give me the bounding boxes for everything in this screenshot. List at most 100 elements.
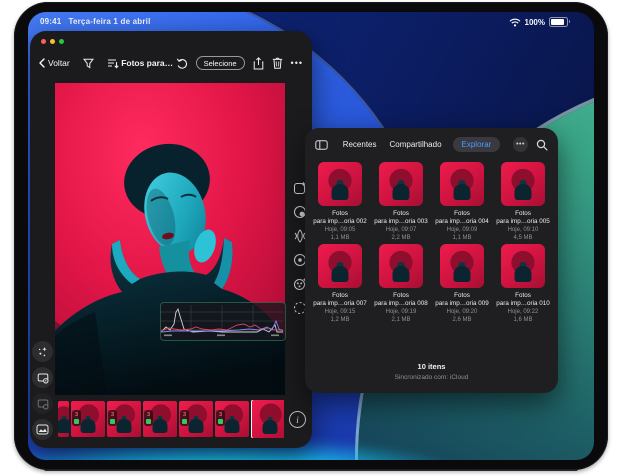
tab-explorar[interactable]: Explorar xyxy=(453,137,501,152)
preset-button-disabled xyxy=(32,393,53,414)
file-name: Fotospara imp…oria 005 xyxy=(496,210,550,226)
info-button[interactable]: i xyxy=(289,411,306,428)
filmstrip-thumb[interactable] xyxy=(251,400,284,438)
file-name: Fotospara imp…oria 007 xyxy=(313,292,367,308)
back-button[interactable]: Voltar xyxy=(39,58,70,68)
filmstrip-thumb[interactable]: 3 xyxy=(143,401,177,437)
back-label: Voltar xyxy=(48,58,70,68)
file-item[interactable]: Fotospara imp…oria 003 Hoje, 09:07 2,2 M… xyxy=(372,162,430,242)
photo-canvas[interactable] xyxy=(55,83,285,395)
file-date: Hoje, 09:20 xyxy=(447,308,478,316)
file-size: 1,2 MB xyxy=(330,316,349,324)
burst-badge: 3 xyxy=(144,410,153,426)
ipad-bezel: 09:41 Terça-feira 1 de abril 100% xyxy=(14,2,608,470)
close-window-button[interactable] xyxy=(41,39,46,44)
file-thumbnail[interactable] xyxy=(318,162,362,206)
battery-icon xyxy=(549,17,568,27)
file-grid: Fotospara imp…oria 002 Hoje, 09:05 1,1 M… xyxy=(305,156,558,324)
file-name: Fotospara imp…oria 004 xyxy=(435,210,489,226)
files-header: Recentes Compartilhado Explorar ••• xyxy=(305,128,558,156)
window-controls xyxy=(41,39,64,44)
filmstrip-thumb[interactable]: 3 xyxy=(71,401,105,437)
file-size: 2,1 MB xyxy=(391,316,410,324)
filter-funnel-icon[interactable] xyxy=(83,58,94,69)
file-item[interactable]: Fotospara imp…oria 010 Hoje, 09:22 1,6 M… xyxy=(494,244,552,324)
filmstrip-thumb[interactable]: 3 xyxy=(107,401,141,437)
file-thumbnail[interactable] xyxy=(440,162,484,206)
burst-badge: 3 xyxy=(108,410,117,426)
tab-recentes[interactable]: Recentes xyxy=(341,137,379,152)
files-browser-window: Recentes Compartilhado Explorar ••• Fotosp… xyxy=(305,128,558,393)
preset-button[interactable] xyxy=(32,367,53,388)
file-name: Fotospara imp…oria 009 xyxy=(435,292,489,308)
trash-icon[interactable] xyxy=(272,57,283,69)
file-name: Fotospara imp…oria 003 xyxy=(374,210,428,226)
file-size: 1,6 MB xyxy=(513,316,532,324)
select-button[interactable]: Selecione xyxy=(196,56,245,70)
filmstrip-thumb[interactable] xyxy=(58,401,69,437)
photo-editor-window: Voltar Fotos para… S xyxy=(30,31,312,448)
filmstrip-thumb[interactable]: 3 xyxy=(215,401,249,437)
file-date: Hoje, 09:05 xyxy=(325,226,356,234)
file-date: Hoje, 09:09 xyxy=(447,226,478,234)
file-thumbnail[interactable] xyxy=(501,244,545,288)
file-date: Hoje, 09:22 xyxy=(508,308,539,316)
file-size: 2,2 MB xyxy=(391,234,410,242)
file-item[interactable]: Fotospara imp…oria 007 Hoje, 09:15 1,2 M… xyxy=(311,244,369,324)
file-date: Hoje, 09:15 xyxy=(325,308,356,316)
burst-badge: 3 xyxy=(72,410,81,426)
file-item[interactable]: Fotospara imp…oria 009 Hoje, 09:20 2,6 M… xyxy=(433,244,491,324)
burst-badge: 3 xyxy=(216,410,225,426)
share-icon[interactable] xyxy=(253,57,264,70)
magic-wand-button[interactable] xyxy=(32,341,53,362)
filmstrip-thumb[interactable]: 3 xyxy=(179,401,213,437)
status-bar-right: 100% xyxy=(509,17,568,27)
filmstrip: 3 3 3 3 3 xyxy=(58,400,284,438)
file-size: 1,1 MB xyxy=(330,234,349,242)
files-tabs: Recentes Compartilhado Explorar xyxy=(336,137,505,152)
sort-icon[interactable] xyxy=(107,58,119,69)
ipad-screen: 09:41 Terça-feira 1 de abril 100% xyxy=(28,12,594,460)
status-bar-left: 09:41 Terça-feira 1 de abril xyxy=(40,17,151,26)
file-item[interactable]: Fotospara imp…oria 004 Hoje, 09:09 1,1 M… xyxy=(433,162,491,242)
editor-tool-column xyxy=(32,341,53,440)
file-item[interactable]: Fotospara imp…oria 002 Hoje, 09:05 1,1 M… xyxy=(311,162,369,242)
file-name: Fotospara imp…oria 008 xyxy=(374,292,428,308)
file-size: 2,6 MB xyxy=(452,316,471,324)
file-thumbnail[interactable] xyxy=(379,162,423,206)
file-thumbnail[interactable] xyxy=(440,244,484,288)
file-name: Fotospara imp…oria 010 xyxy=(496,292,550,308)
zoom-window-button[interactable] xyxy=(59,39,64,44)
file-thumbnail[interactable] xyxy=(379,244,423,288)
file-size: 4,5 MB xyxy=(513,234,532,242)
search-icon[interactable] xyxy=(536,139,548,151)
wifi-icon xyxy=(509,18,521,27)
chevron-left-icon xyxy=(39,58,45,68)
item-count: 10 itens xyxy=(305,362,558,371)
file-date: Hoje, 09:10 xyxy=(508,226,539,234)
sync-status: Sincronizado com: iCloud xyxy=(305,374,558,381)
more-icon[interactable]: ••• xyxy=(291,60,303,66)
file-item[interactable]: Fotospara imp…oria 008 Hoje, 09:19 2,1 M… xyxy=(372,244,430,324)
file-item[interactable]: Fotospara imp…oria 005 Hoje, 09:10 4,5 M… xyxy=(494,162,552,242)
sidebar-icon[interactable] xyxy=(315,140,328,150)
editor-title: Fotos para… xyxy=(119,58,176,68)
marketing-canvas: 09:41 Terça-feira 1 de abril 100% xyxy=(0,0,622,476)
battery-percent: 100% xyxy=(525,18,545,27)
status-time: 09:41 xyxy=(40,17,61,26)
burst-badge: 3 xyxy=(180,410,189,426)
file-date: Hoje, 09:07 xyxy=(386,226,417,234)
gallery-button[interactable] xyxy=(32,419,53,440)
minimize-window-button[interactable] xyxy=(50,39,55,44)
more-circle-icon[interactable]: ••• xyxy=(513,137,528,152)
undo-icon[interactable] xyxy=(176,58,188,69)
editor-toolbar: Voltar Fotos para… S xyxy=(30,51,312,75)
histogram-panel xyxy=(160,302,286,341)
file-thumbnail[interactable] xyxy=(501,162,545,206)
files-footer: 10 itens Sincronizado com: iCloud xyxy=(305,362,558,381)
tab-compartilhado[interactable]: Compartilhado xyxy=(387,137,443,152)
file-thumbnail[interactable] xyxy=(318,244,362,288)
status-date: Terça-feira 1 de abril xyxy=(68,17,150,26)
portrait-photo xyxy=(55,83,285,395)
file-size: 1,1 MB xyxy=(452,234,471,242)
